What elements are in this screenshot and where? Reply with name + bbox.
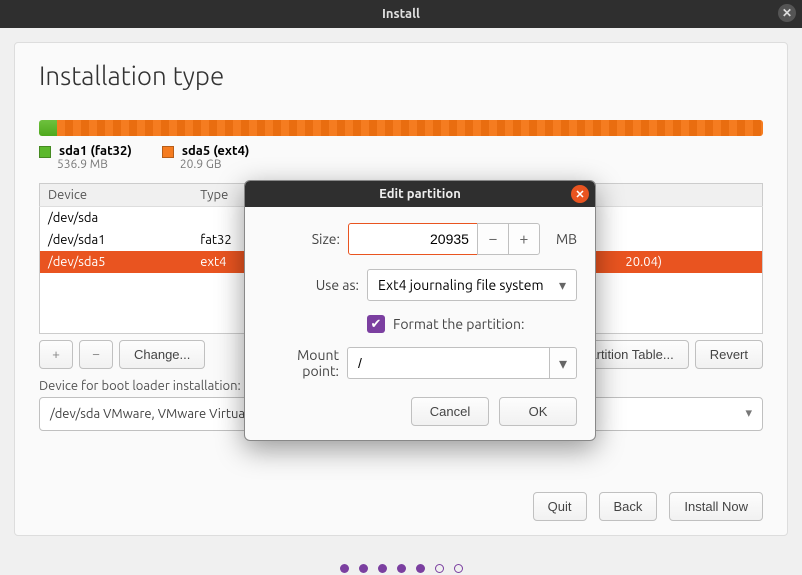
dot-icon	[397, 564, 406, 573]
window-close-button[interactable]: ✕	[778, 4, 796, 22]
plus-icon: +	[519, 230, 528, 248]
disk-legend: sda1 (fat32) 536.9 MB sda5 (ext4) 20.9 G…	[39, 144, 763, 171]
edit-partition-dialog: Edit partition ✕ Size: − + MB Use as: Ex…	[244, 180, 596, 441]
mount-point-input[interactable]	[347, 347, 549, 379]
legend-size: 536.9 MB	[57, 158, 132, 171]
use-as-select[interactable]: Ext4 journaling file system ▾	[367, 269, 577, 301]
footer-buttons: Quit Back Install Now	[533, 492, 763, 521]
install-now-button[interactable]: Install Now	[669, 492, 763, 521]
dialog-close-button[interactable]: ✕	[571, 185, 589, 203]
cell-device: /dev/sda1	[40, 229, 193, 251]
dot-icon	[359, 564, 368, 573]
revert-button[interactable]: Revert	[695, 340, 763, 369]
checkbox-checked-icon: ✔	[367, 315, 385, 333]
size-spinbox: − +	[348, 223, 540, 255]
dot-icon	[340, 564, 349, 573]
legend-label: sda1 (fat32)	[59, 144, 132, 158]
ok-button[interactable]: OK	[499, 397, 577, 426]
use-as-label: Use as:	[263, 277, 359, 293]
back-button[interactable]: Back	[599, 492, 658, 521]
window-title: Install	[382, 7, 420, 21]
dot-hollow-icon	[435, 564, 444, 573]
minus-icon: −	[488, 230, 497, 248]
cell-device: /dev/sda5	[40, 251, 193, 273]
size-unit: MB	[556, 231, 577, 247]
dialog-titlebar: Edit partition ✕	[245, 181, 595, 207]
remove-partition-button[interactable]: −	[79, 340, 113, 369]
legend-item-sda1: sda1 (fat32) 536.9 MB	[39, 144, 132, 171]
legend-size: 20.9 GB	[180, 158, 250, 171]
chevron-down-icon: ▾	[559, 277, 566, 294]
format-row: ✔ Format the partition:	[263, 315, 577, 333]
chevron-down-icon: ▾	[559, 354, 567, 373]
format-label: Format the partition:	[393, 316, 524, 332]
legend-label: sda5 (ext4)	[182, 144, 250, 158]
disk-usage-bar	[39, 120, 763, 136]
dot-hollow-icon	[454, 564, 463, 573]
change-partition-button[interactable]: Change...	[119, 340, 205, 369]
chevron-down-icon: ▾	[745, 406, 752, 421]
size-label: Size:	[263, 231, 340, 247]
format-checkbox[interactable]: ✔ Format the partition:	[367, 315, 524, 333]
legend-item-sda5: sda5 (ext4) 20.9 GB	[162, 144, 250, 171]
cancel-button[interactable]: Cancel	[411, 397, 489, 426]
disk-seg-sda1	[39, 120, 57, 136]
dialog-buttons: Cancel OK	[263, 397, 577, 426]
quit-button[interactable]: Quit	[533, 492, 587, 521]
size-increment-button[interactable]: +	[508, 223, 540, 255]
close-icon: ✕	[575, 188, 584, 201]
dot-icon	[378, 564, 387, 573]
swatch-icon	[39, 146, 51, 158]
progress-dots	[0, 564, 802, 573]
size-decrement-button[interactable]: −	[477, 223, 509, 255]
use-as-value: Ext4 journaling file system	[378, 277, 544, 293]
size-row: Size: − + MB	[263, 223, 577, 255]
cell-device: /dev/sda	[40, 207, 193, 230]
add-partition-button[interactable]: +	[39, 340, 73, 369]
dialog-title: Edit partition	[379, 187, 461, 201]
size-input[interactable]	[348, 223, 478, 255]
mount-point-combo: ▾	[347, 347, 577, 379]
page-title: Installation type	[39, 61, 763, 90]
mount-row: Mount point: ▾	[263, 347, 577, 379]
window-titlebar: Install ✕	[0, 0, 802, 28]
close-icon: ✕	[782, 6, 792, 20]
swatch-icon	[162, 146, 174, 158]
use-as-row: Use as: Ext4 journaling file system ▾	[263, 269, 577, 301]
mount-point-dropdown-button[interactable]: ▾	[549, 347, 577, 379]
mount-label: Mount point:	[263, 347, 339, 379]
dot-icon	[416, 564, 425, 573]
disk-seg-sda5	[57, 120, 763, 136]
col-device[interactable]: Device	[40, 184, 193, 207]
